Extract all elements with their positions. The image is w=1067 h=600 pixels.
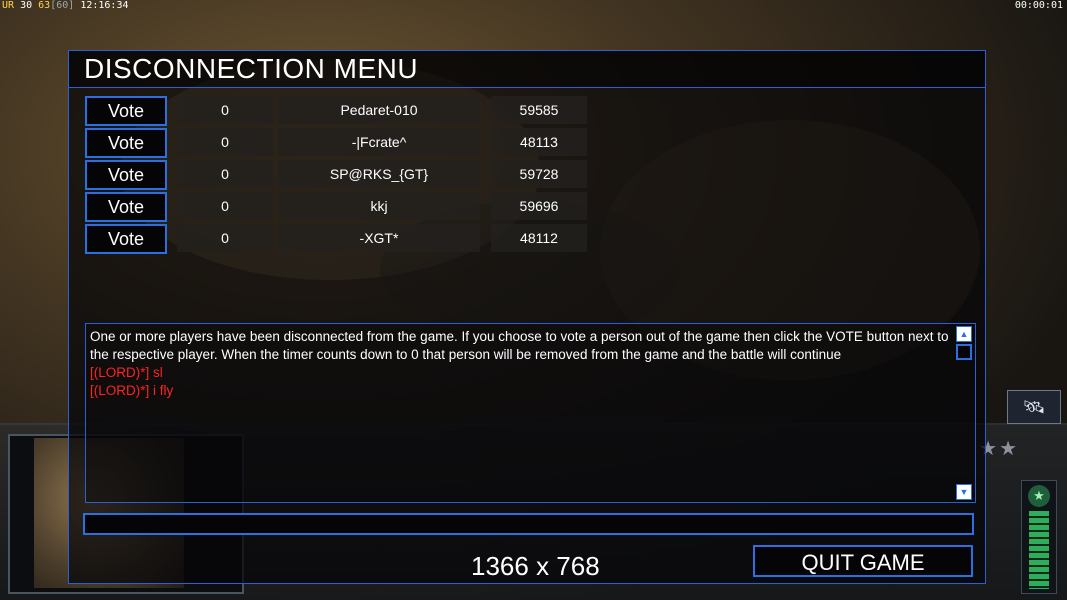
vote-button[interactable]: Vote (85, 96, 167, 126)
vote-count: 0 (177, 192, 273, 220)
player-name: -|Fcrate^ (278, 128, 480, 156)
disconnection-menu: DISCONNECTION MENU Vote 0 Pedaret-010 59… (68, 50, 986, 584)
player-name: -XGT* (278, 224, 480, 252)
menu-title: DISCONNECTION MENU (84, 53, 419, 84)
vote-button[interactable]: Vote (85, 224, 167, 254)
value-3: [60] (50, 0, 75, 11)
vote-button[interactable]: Vote (85, 192, 167, 222)
clock: 12:16:34 (80, 0, 129, 11)
player-id: 59728 (491, 160, 587, 188)
quit-game-button[interactable]: QUIT GAME (753, 545, 973, 577)
performance-readout: UR 30 63[60] 12:16:34 (2, 0, 129, 11)
power-meter: ★ (1021, 480, 1057, 594)
chat-log[interactable]: One or more players have been disconnect… (85, 323, 976, 503)
game-timer: 00:00:01 (1014, 0, 1063, 11)
ur-label: UR (2, 0, 15, 11)
system-message: One or more players have been disconnect… (90, 329, 949, 362)
power-bars (1029, 511, 1049, 589)
player-name: kkj (278, 192, 480, 220)
value-1: 30 (20, 0, 33, 11)
chat-input[interactable] (83, 513, 974, 535)
vote-count: 0 (177, 224, 273, 252)
resolution-label: 1366 x 768 (471, 551, 600, 581)
vote-count: 0 (177, 160, 273, 188)
player-name: Pedaret-010 (278, 96, 480, 124)
player-id: 48113 (491, 128, 587, 156)
scroll-up-icon[interactable]: ▲ (956, 326, 972, 342)
vote-count: 0 (177, 128, 273, 156)
player-id: 59696 (491, 192, 587, 220)
faction-emblem-icon: ★ (1028, 485, 1050, 507)
chat-scrollbar[interactable]: ▲ ▼ (956, 326, 972, 500)
scroll-thumb[interactable] (956, 344, 972, 360)
chat-text: One or more players have been disconnect… (90, 328, 951, 400)
value-2: 63 (38, 0, 51, 11)
menu-header: DISCONNECTION MENU (69, 51, 985, 88)
satellite-icon[interactable]: 🛰 (1007, 390, 1061, 424)
vote-button[interactable]: Vote (85, 160, 167, 190)
vote-count: 0 (177, 96, 273, 124)
chat-line: [(LORD)*] sl (90, 365, 163, 380)
top-status-bar: UR 30 63[60] 12:16:34 00:00:01 (0, 0, 1067, 12)
player-id: 59585 (491, 96, 587, 124)
scroll-down-icon[interactable]: ▼ (956, 484, 972, 500)
chat-line: [(LORD)*] i fly (90, 383, 174, 398)
player-id: 48112 (491, 224, 587, 252)
vote-button[interactable]: Vote (85, 128, 167, 158)
player-name: SP@RKS_{GT} (278, 160, 480, 188)
